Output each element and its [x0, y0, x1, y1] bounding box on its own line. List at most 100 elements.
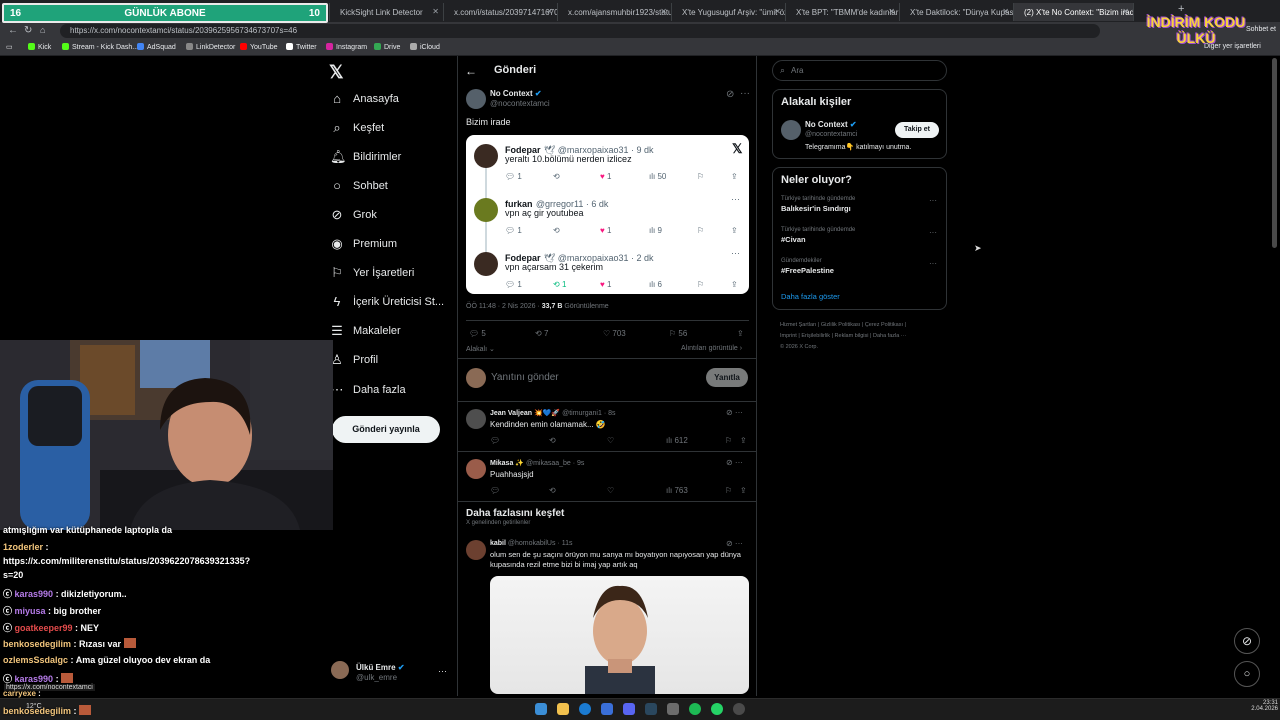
view-quotes-link[interactable]: Alıntıları görüntüle › [681, 345, 742, 352]
account-name[interactable]: Ülkü Emre ✔ [356, 663, 405, 672]
page-scrollbar[interactable] [1272, 58, 1277, 248]
bookmark-item[interactable]: Drive [374, 43, 400, 51]
repost-button[interactable]: ⟲ 7 [535, 329, 548, 338]
share-icon[interactable]: ⇪ [740, 436, 747, 445]
like-icon[interactable]: ♡ [607, 436, 614, 445]
bookmark-button[interactable]: ⚐ 56 [669, 329, 687, 338]
search-input[interactable]: Ara [772, 60, 947, 81]
close-icon[interactable]: ✕ [1122, 7, 1129, 16]
bookmark-item[interactable]: Kick [28, 43, 51, 51]
close-icon[interactable]: ✕ [888, 7, 895, 16]
close-icon[interactable]: ✕ [660, 7, 667, 16]
trend-item[interactable]: Türkiye tarihinde gündemde #Civan [781, 227, 855, 244]
back-arrow-icon[interactable]: ← [465, 64, 477, 78]
apps-icon[interactable]: ▭ [6, 43, 13, 51]
share-icon[interactable]: ⇪ [740, 486, 747, 495]
browser-tab[interactable]: x.com/ajansmuhbir1923/status/...✕ [558, 3, 672, 21]
bookmark-item[interactable]: AdSquad [137, 43, 176, 51]
bookmark-item[interactable]: Twitter [286, 43, 317, 51]
start-icon[interactable] [535, 703, 547, 715]
like-button[interactable]: ♡ 703 [603, 329, 626, 338]
clock[interactable]: 23:31 2.04.2026 [1242, 700, 1278, 712]
more-icon[interactable]: ··· [929, 196, 937, 205]
x-logo-icon[interactable]: 𝕏 [329, 62, 344, 83]
bookmark-item[interactable]: iCloud [410, 43, 440, 51]
views-icon[interactable]: ılı 763 [666, 486, 688, 495]
avatar[interactable] [466, 409, 486, 429]
footer-link[interactable]: Hizmet Şartları [780, 322, 816, 328]
browser-tab-active[interactable]: (2) X'te No Context: "Bizim irade... ✕ [1014, 3, 1134, 21]
retweet-icon[interactable]: ⟲ [549, 436, 556, 445]
file-explorer-icon[interactable] [557, 703, 569, 715]
post-author[interactable]: No Context ✔ [490, 89, 542, 98]
post-handle[interactable]: @nocontextamci [490, 99, 550, 108]
url-field[interactable]: https://x.com/nocontextamci/status/20396… [60, 24, 1100, 38]
more-icon[interactable]: ··· [929, 228, 937, 237]
post-photo[interactable] [490, 576, 749, 694]
footer-link[interactable]: Daha fazla ··· [873, 333, 906, 339]
share-button[interactable]: ⇪ [737, 329, 744, 338]
discord-icon[interactable] [623, 703, 635, 715]
avatar[interactable] [331, 661, 349, 679]
close-icon[interactable]: ✕ [1002, 7, 1009, 16]
avatar[interactable] [466, 540, 486, 560]
grok-icon[interactable]: ⊘ ··· [726, 539, 743, 548]
close-icon[interactable]: ✕ [774, 7, 781, 16]
browser-tab[interactable]: x.com/i/status/2039714716709...✕ [444, 3, 558, 21]
steam-icon[interactable] [645, 703, 657, 715]
bookmark-item[interactable]: Stream - Kick Dash... [62, 43, 138, 51]
footer-link[interactable]: Imprint [780, 333, 797, 339]
grok-icon[interactable]: ⊘ [726, 89, 734, 100]
home-icon[interactable]: ⌂ [40, 25, 45, 35]
grok-icon[interactable]: ⊘ ··· [726, 408, 743, 417]
follow-button[interactable]: Takip et [895, 122, 939, 138]
embedded-image[interactable]: 𝕏 Fodepar 🕊 @marxopaixao31 · 9 dk yeralt… [466, 135, 749, 294]
bookmark-item[interactable]: Instagram [326, 43, 367, 51]
more-icon[interactable]: ··· [740, 88, 750, 99]
avatar[interactable] [466, 89, 486, 109]
grok-icon[interactable]: ⊘ [1234, 628, 1260, 654]
obs-icon[interactable] [733, 703, 745, 715]
avatar[interactable] [466, 459, 486, 479]
relevant-sort[interactable]: Alakalı ⌄ [466, 345, 495, 353]
spotify-icon[interactable] [689, 703, 701, 715]
footer-link[interactable]: Çerez Politikası [865, 322, 903, 328]
account-more-icon[interactable]: ··· [438, 666, 447, 676]
browser-tab[interactable]: KickSight Link Detector ✕ [330, 3, 444, 21]
like-icon[interactable]: ♡ [607, 486, 614, 495]
related-name[interactable]: No Context ✔ [805, 120, 857, 129]
footer-link[interactable]: Gizlilik Politikası [821, 322, 860, 328]
browser-tab[interactable]: X'te BPT: "TBMM'de kadınların d...✕ [786, 3, 900, 21]
trend-item[interactable]: Türkiye tarihinde gündemde Balıkesir'in S… [781, 196, 855, 213]
footer-link[interactable]: Reklam bilgisi [835, 333, 869, 339]
retweet-icon[interactable]: ⟲ [549, 486, 556, 495]
whatsapp-icon[interactable] [711, 703, 723, 715]
back-icon[interactable]: ← [8, 25, 18, 36]
chat-button[interactable]: Sohbet et [1246, 26, 1276, 33]
avatar[interactable] [781, 120, 801, 140]
browser-tab[interactable]: X'te Yugusuguf Arşiv: "ümit özas...✕ [672, 3, 786, 21]
grok-icon[interactable]: ⊘ ··· [726, 458, 743, 467]
bookmark-icon[interactable]: ⚐ [725, 436, 732, 445]
bookmark-item[interactable]: LinkDetector [186, 43, 235, 51]
trend-item[interactable]: Gündemdekiler #FreePalestine [781, 258, 834, 275]
reply-input[interactable]: Yanıtını gönder [491, 372, 559, 383]
chat-link[interactable]: https://x.com/militerenstitu/status/2039… [3, 556, 250, 566]
app-icon[interactable] [601, 703, 613, 715]
post-button[interactable]: Gönderi yayınla [332, 416, 440, 443]
reply-submit-button[interactable]: Yanıtla [706, 368, 748, 387]
edge-icon[interactable] [579, 703, 591, 715]
footer-link[interactable]: Erişilebilirlik [801, 333, 830, 339]
messages-icon[interactable]: ○ [1234, 661, 1260, 687]
bookmark-icon[interactable]: ⚐ [725, 486, 732, 495]
app-icon[interactable] [667, 703, 679, 715]
bookmark-item[interactable]: YouTube [240, 43, 278, 51]
views-icon[interactable]: ılı 612 [666, 436, 688, 445]
close-icon[interactable]: ✕ [432, 7, 439, 16]
reply-icon[interactable]: 💬︎ [490, 486, 500, 495]
reload-icon[interactable]: ↻ [24, 25, 32, 36]
browser-tab[interactable]: X'te Daktilock: "Dünya Kupası ön...✕ [900, 3, 1014, 21]
chat-link[interactable]: s=20 [3, 570, 23, 580]
close-icon[interactable]: ✕ [546, 7, 553, 16]
show-more-link[interactable]: Daha fazla göster [781, 292, 840, 301]
